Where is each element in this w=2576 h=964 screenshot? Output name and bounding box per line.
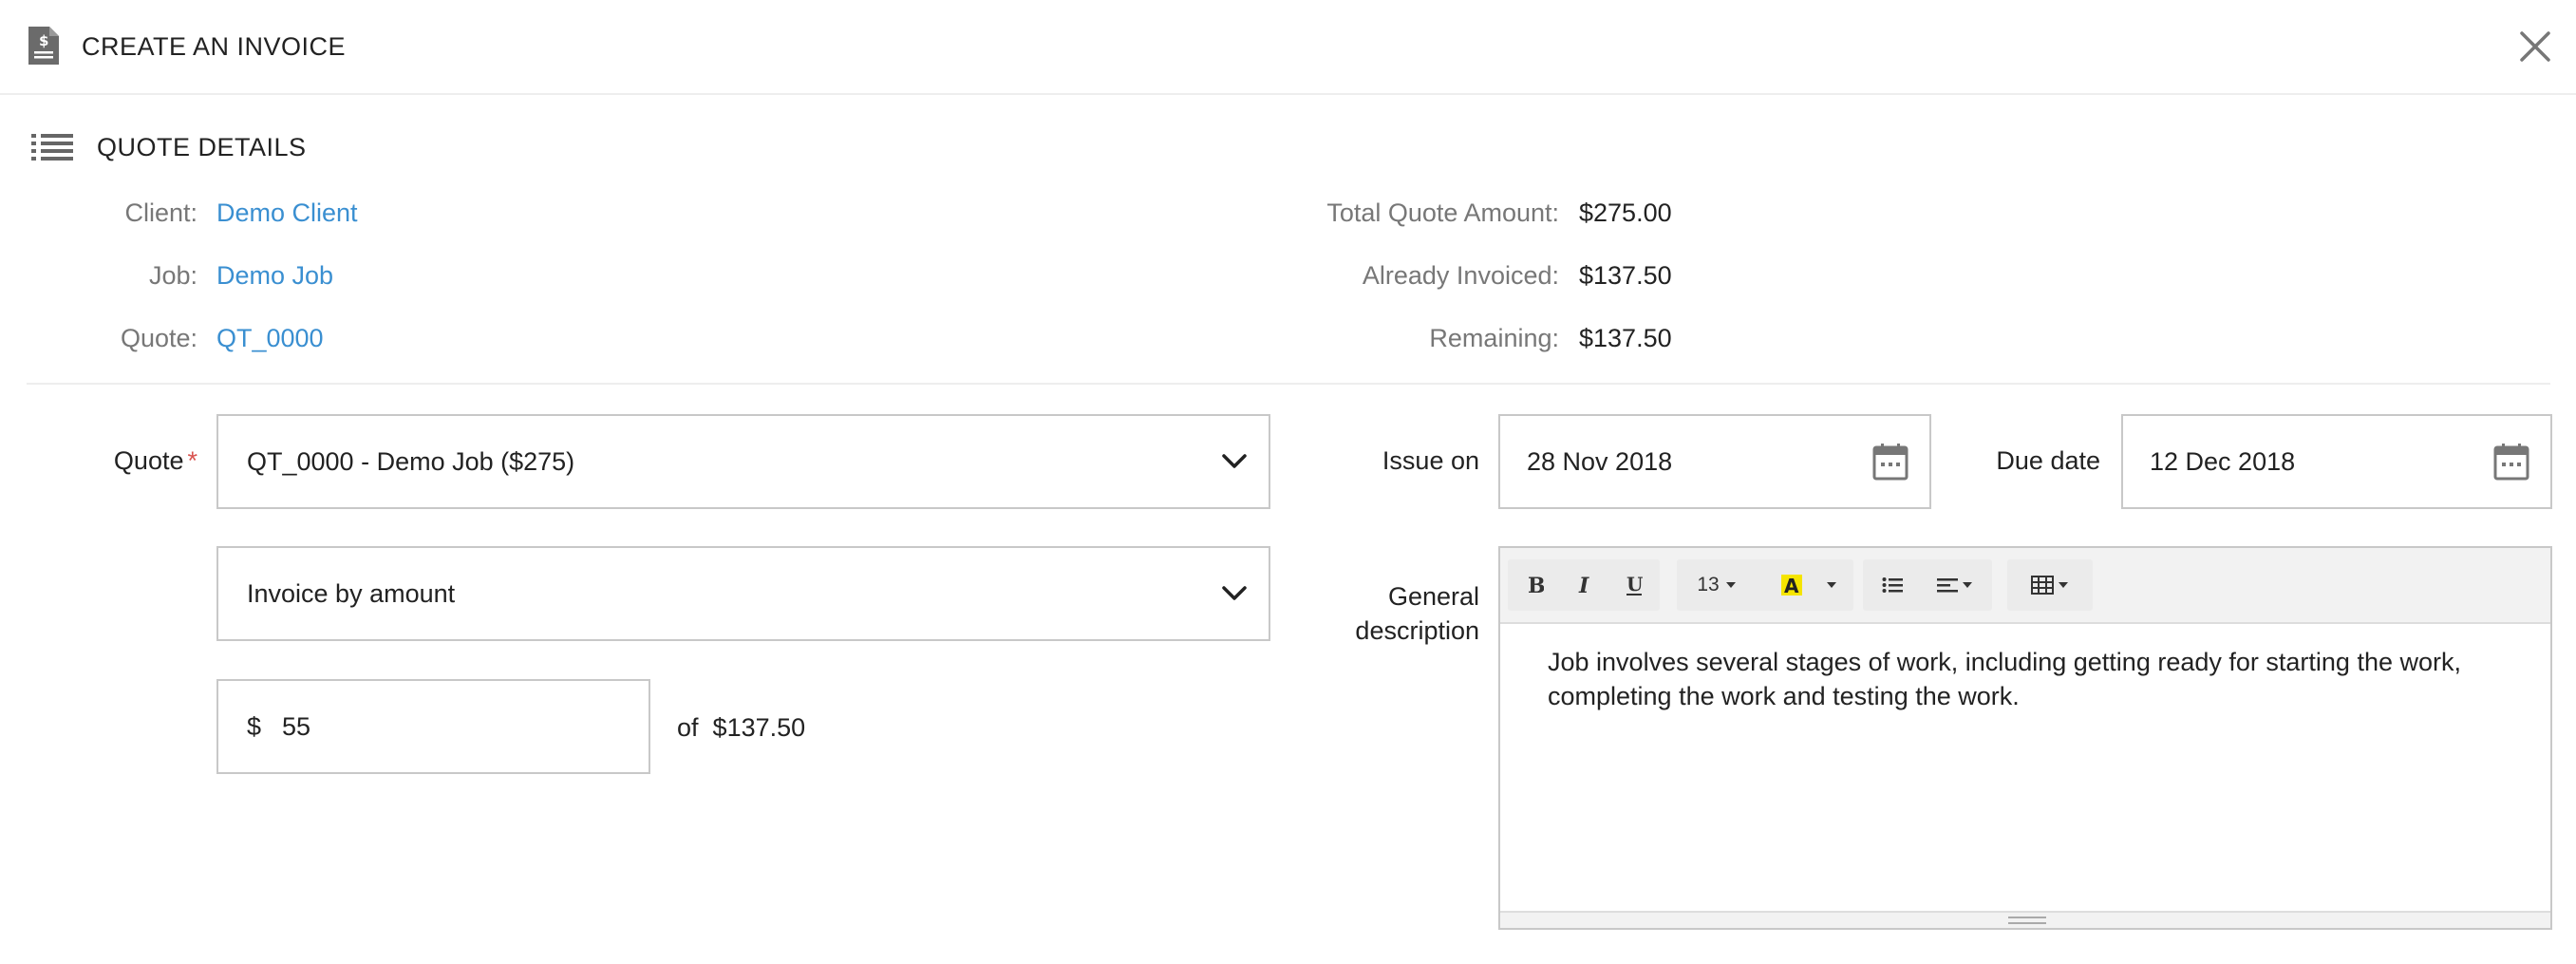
client-link[interactable]: Demo Client [216, 198, 358, 228]
total-quote-amount-label: Total Quote Amount: [1326, 198, 1559, 227]
table-dropdown[interactable] [2015, 559, 2085, 611]
bullet-list-button[interactable] [1869, 559, 1916, 611]
bold-icon: B [1528, 575, 1544, 595]
font-size-dropdown[interactable]: 13 [1683, 559, 1751, 611]
caret-down-icon [1725, 582, 1736, 588]
svg-text:U: U [1626, 574, 1643, 595]
calendar-icon[interactable] [1872, 443, 1908, 481]
description-text-area[interactable]: Job involves several stages of work, inc… [1548, 645, 2535, 713]
editor-toolbar: B I U 13 A [1500, 548, 2550, 624]
resize-grip-icon [2008, 917, 2046, 924]
svg-text:A: A [1784, 575, 1799, 597]
due-date-value: 12 Dec 2018 [2150, 446, 2296, 476]
svg-text:$: $ [39, 32, 48, 49]
already-invoiced-value: $137.50 [1579, 261, 1672, 290]
quote-field-label-text: Quote [113, 446, 184, 475]
svg-text:B: B [1528, 575, 1544, 595]
editor-resize-handle[interactable] [1500, 911, 2550, 928]
remaining-label: Remaining: [1429, 324, 1559, 352]
highlight-color-dropdown[interactable] [1815, 559, 1848, 611]
dialog-title: CREATE AN INVOICE [82, 32, 347, 61]
section-title-quote-details: QUOTE DETAILS [97, 133, 307, 161]
amount-input[interactable]: $ 55 [216, 679, 650, 774]
italic-button[interactable]: I [1561, 559, 1608, 611]
bold-button[interactable]: B [1512, 559, 1559, 611]
general-description-label-line1: General [1387, 582, 1479, 611]
section-divider [27, 383, 2550, 385]
toolbar-group-format: B I U [1508, 559, 1660, 611]
quote-select[interactable]: QT_0000 - Demo Job ($275) [216, 414, 1270, 509]
general-description-label: General description [1329, 579, 1479, 648]
issue-date-input[interactable]: 28 Nov 2018 [1498, 414, 1931, 509]
list-icon [31, 134, 73, 161]
caret-down-icon [2059, 582, 2068, 588]
invoice-type-value: Invoice by amount [247, 578, 456, 608]
issue-date-value: 28 Nov 2018 [1527, 446, 1673, 476]
already-invoiced-label: Already Invoiced: [1362, 261, 1559, 290]
toolbar-group-paragraph [1863, 559, 1992, 611]
invoice-type-select[interactable]: Invoice by amount [216, 546, 1270, 641]
issue-on-label: Issue on [1382, 446, 1479, 475]
required-mark: * [187, 446, 197, 475]
quote-field-label: Quote * [57, 446, 197, 476]
underline-button[interactable]: U [1610, 559, 1658, 611]
highlight-color-button[interactable]: A [1768, 559, 1815, 611]
close-icon[interactable] [2518, 29, 2552, 64]
quote-link[interactable]: QT_0000 [216, 324, 324, 353]
quote-select-value: QT_0000 - Demo Job ($275) [247, 446, 575, 476]
job-link[interactable]: Demo Job [216, 261, 333, 291]
caret-down-icon [1827, 582, 1836, 588]
client-label: Client: [124, 198, 197, 227]
font-size-value: 13 [1697, 574, 1720, 595]
amount-value: 55 [282, 711, 311, 741]
total-quote-amount-value: $275.00 [1579, 198, 1672, 227]
invoice-document-icon: $ [28, 27, 59, 65]
italic-icon: I [1578, 575, 1589, 595]
due-date-label: Due date [1996, 446, 2100, 475]
of-amount-text: of $137.50 [677, 713, 805, 743]
table-icon [2031, 576, 2054, 595]
chevron-down-icon [1222, 586, 1247, 600]
of-amount-value: $137.50 [712, 713, 806, 742]
job-label: Job: [148, 261, 197, 290]
bullet-list-icon [1882, 577, 1903, 593]
toolbar-group-insert [2007, 559, 2093, 611]
description-editor: B I U 13 A Job involves several stages o… [1498, 546, 2552, 930]
quote-label: Quote: [120, 324, 197, 352]
highlight-color-icon: A [1781, 575, 1802, 597]
due-date-input[interactable]: 12 Dec 2018 [2121, 414, 2552, 509]
remaining-value: $137.50 [1579, 324, 1672, 352]
svg-text:I: I [1578, 575, 1589, 595]
align-dropdown[interactable] [1924, 559, 1986, 611]
of-label: of [677, 713, 699, 742]
toolbar-group-font: 13 A [1677, 559, 1853, 611]
underline-icon: U [1626, 574, 1643, 595]
general-description-label-line2: description [1355, 616, 1479, 645]
caret-down-icon [1963, 582, 1972, 588]
dialog-header: $ CREATE AN INVOICE [0, 0, 2576, 95]
align-left-icon [1937, 578, 1958, 593]
calendar-icon[interactable] [2493, 443, 2529, 481]
chevron-down-icon [1222, 454, 1247, 468]
currency-symbol: $ [247, 711, 262, 741]
